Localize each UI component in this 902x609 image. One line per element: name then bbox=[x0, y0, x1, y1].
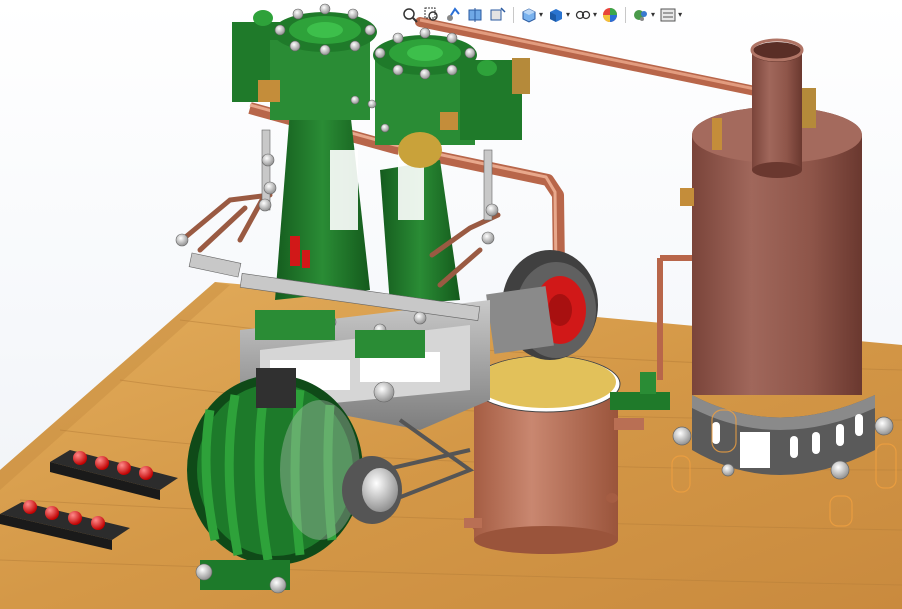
flywheel[interactable] bbox=[486, 250, 598, 360]
view-orientation-icon bbox=[520, 6, 538, 24]
view-orientation-button[interactable]: ▾ bbox=[519, 4, 544, 26]
edit-appearance-button[interactable] bbox=[600, 4, 620, 26]
zoom-to-fit-icon bbox=[401, 6, 419, 24]
toolbar-separator bbox=[513, 7, 514, 23]
zoom-to-fit-button[interactable] bbox=[400, 4, 420, 26]
chevron-down-icon[interactable]: ▾ bbox=[593, 4, 597, 26]
apply-scene-icon bbox=[632, 6, 650, 24]
vertical-boiler[interactable] bbox=[671, 38, 897, 527]
heads-up-view-toolbar: ▾ ▾ ▾ ▾ ▾ bbox=[400, 3, 683, 27]
hide-show-items-icon bbox=[574, 6, 592, 24]
dynamic-annotation-views-button[interactable] bbox=[488, 4, 508, 26]
view-settings-icon bbox=[659, 6, 677, 24]
view-settings-button[interactable]: ▾ bbox=[658, 4, 683, 26]
zoom-to-area-button[interactable] bbox=[422, 4, 442, 26]
apply-scene-button[interactable]: ▾ bbox=[631, 4, 656, 26]
section-view-icon bbox=[467, 6, 485, 24]
edit-appearance-icon bbox=[601, 6, 619, 24]
chevron-down-icon[interactable]: ▾ bbox=[539, 4, 543, 26]
chevron-down-icon[interactable]: ▾ bbox=[651, 4, 655, 26]
dynamic-annotation-views-icon bbox=[489, 6, 507, 24]
zoom-to-area-icon bbox=[423, 6, 441, 24]
3d-model-scene[interactable] bbox=[0, 0, 902, 609]
graphics-viewport[interactable]: ▾ ▾ ▾ ▾ ▾ bbox=[0, 0, 902, 609]
section-view-button[interactable] bbox=[466, 4, 486, 26]
chevron-down-icon[interactable]: ▾ bbox=[566, 4, 570, 26]
previous-view-icon bbox=[445, 6, 463, 24]
toolbar-separator bbox=[625, 7, 627, 23]
previous-view-button[interactable] bbox=[444, 4, 464, 26]
chevron-down-icon[interactable]: ▾ bbox=[678, 4, 682, 26]
display-style-icon bbox=[547, 6, 565, 24]
display-style-button[interactable]: ▾ bbox=[546, 4, 571, 26]
hide-show-items-button[interactable]: ▾ bbox=[573, 4, 598, 26]
